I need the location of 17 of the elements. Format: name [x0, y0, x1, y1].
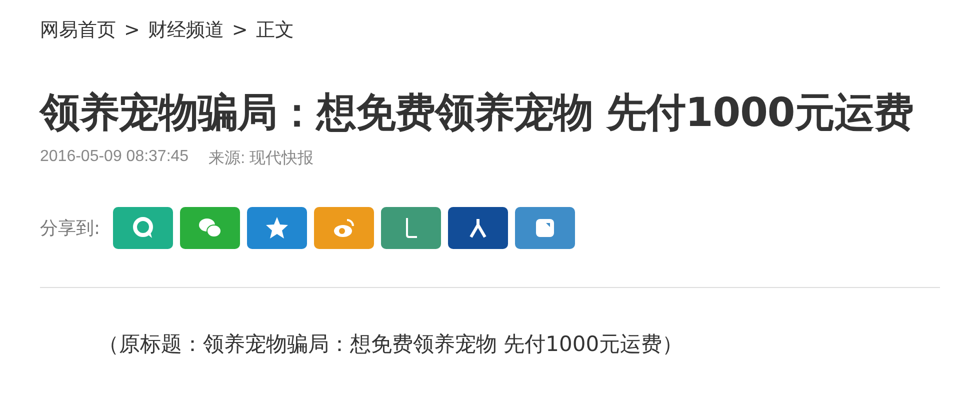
swirl-icon — [332, 216, 356, 240]
source-text: 来源: 现代快报 — [208, 148, 314, 169]
publish-time: 2016-05-09 08:37:45 — [40, 148, 189, 167]
breadcrumb-link[interactable]: 正文 — [256, 16, 294, 44]
breadcrumb-separator: > — [124, 18, 140, 43]
share-label: 分享到: — [40, 217, 100, 240]
share-button[interactable] — [247, 207, 308, 249]
article-title: 领养宠物骗局：想免费领养宠物 先付1000元运费 — [40, 89, 914, 138]
speech-bubble-icon — [131, 216, 156, 240]
breadcrumb-link[interactable]: 财经频道 — [148, 16, 224, 44]
original-title: （原标题：领养宠物骗局：想免费领养宠物 先付1000元运费） — [98, 331, 684, 358]
share-button[interactable] — [381, 207, 442, 249]
breadcrumb-separator: > — [232, 18, 248, 43]
breadcrumb-link[interactable]: 网易首页 — [40, 16, 116, 44]
star-icon — [265, 216, 290, 240]
share-button[interactable] — [515, 207, 576, 249]
share-button[interactable] — [448, 207, 508, 249]
